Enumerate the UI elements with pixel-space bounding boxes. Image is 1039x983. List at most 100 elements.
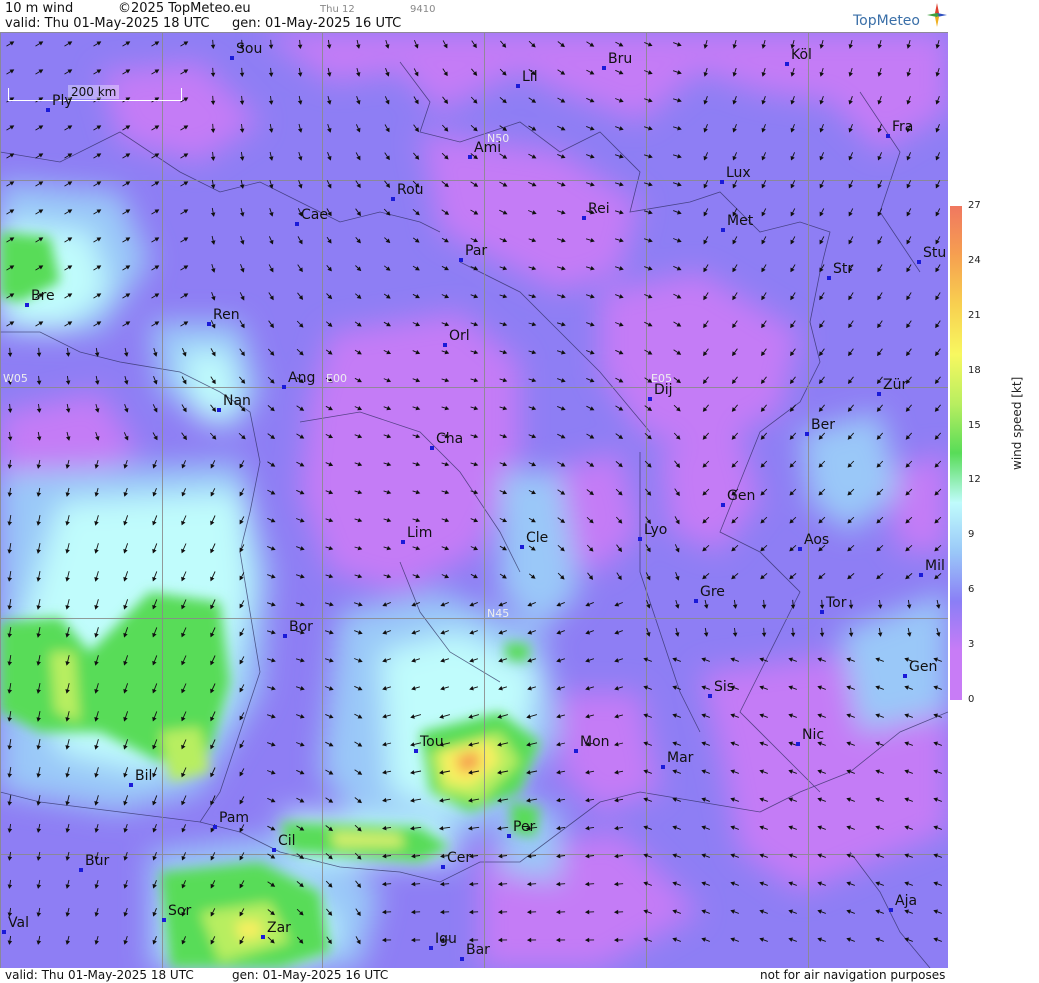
city-label: Aos <box>804 532 830 548</box>
city-marker <box>648 397 652 401</box>
city-marker <box>429 946 433 950</box>
city-label: Orl <box>449 328 470 344</box>
city-marker <box>820 610 824 614</box>
city-label: Met <box>727 213 754 229</box>
city-marker <box>401 540 405 544</box>
city-label: Mil <box>925 558 945 574</box>
colorbar <box>950 206 962 701</box>
city-label: Str <box>833 261 854 277</box>
city-label: Per <box>513 819 536 835</box>
colorbar-segment <box>950 551 962 602</box>
map-view: 10 m wind ©2025 TopMeteo.eu Thu 12 9410 … <box>0 0 1039 983</box>
city-marker <box>443 343 447 347</box>
city-marker <box>919 573 923 577</box>
city-label: Lux <box>726 165 751 181</box>
colorbar-segment <box>950 304 962 355</box>
colorbar-segment <box>950 206 962 256</box>
footer: valid: Thu 01-May-2025 18 UTC gen: 01-Ma… <box>0 968 948 983</box>
city-label: Pam <box>219 810 250 826</box>
compass-icon <box>927 3 947 27</box>
city-marker <box>903 674 907 678</box>
city-label: Rou <box>397 182 424 198</box>
city-label: Mar <box>667 750 694 766</box>
colorbar-tick: 27 <box>968 200 981 211</box>
colorbar-tick: 9 <box>968 529 975 541</box>
city-marker <box>798 547 802 551</box>
city-marker <box>414 749 418 753</box>
city-marker <box>708 694 712 698</box>
colorbar-tick: 15 <box>968 419 981 431</box>
colorbar-tick: 24 <box>968 254 981 266</box>
city-label: Bil <box>135 768 153 784</box>
city-label: Bur <box>85 853 110 869</box>
city-label: Ply <box>52 93 73 109</box>
city-marker <box>261 935 265 939</box>
city-label: Par <box>465 243 488 259</box>
city-label: Ami <box>474 140 502 156</box>
city-marker <box>796 742 800 746</box>
city-marker <box>25 303 29 307</box>
city-marker <box>507 834 511 838</box>
city-marker <box>694 599 698 603</box>
city-marker <box>217 408 221 412</box>
city-label: Bor <box>289 619 313 635</box>
colorbar-tick: 0 <box>968 694 975 705</box>
city-marker <box>46 108 50 112</box>
city-marker <box>2 930 6 934</box>
run-label: Thu 12 <box>320 4 355 15</box>
disclaimer: not for air navigation purposes <box>760 968 946 982</box>
city-marker <box>282 385 286 389</box>
run-code: 9410 <box>410 4 436 15</box>
city-marker <box>129 783 133 787</box>
city-marker <box>459 258 463 262</box>
city-marker <box>391 197 395 201</box>
footer-valid-time: valid: Thu 01-May-2025 18 UTC <box>5 968 194 982</box>
city-label: Stu <box>923 245 947 261</box>
city-label: Aja <box>895 893 918 909</box>
city-marker <box>516 84 520 88</box>
city-label: Gre <box>700 584 725 600</box>
city-marker <box>827 276 831 280</box>
city-label: Dij <box>654 382 673 398</box>
city-label: Rei <box>588 201 610 217</box>
city-label: Lim <box>407 525 433 541</box>
city-marker <box>582 216 586 220</box>
city-marker <box>79 868 83 872</box>
grid-label-w05: W05 <box>3 372 28 385</box>
city-marker <box>805 432 809 436</box>
city-label: Fra <box>892 119 914 135</box>
brand-name: TopMeteo <box>853 13 920 29</box>
city-marker <box>230 56 234 60</box>
colorbar-tick: 3 <box>968 639 975 651</box>
colorbar-segment <box>950 255 962 306</box>
product-title: 10 m wind <box>5 1 74 16</box>
colorbar-segment <box>950 354 962 405</box>
city-label: Cle <box>526 530 549 546</box>
scale-bar-label: 200 km <box>68 85 120 99</box>
city-marker <box>886 134 890 138</box>
city-label: Cha <box>436 431 464 447</box>
city-label: Ren <box>213 307 240 323</box>
city-label: Ang <box>288 370 316 386</box>
city-label: Nan <box>223 393 251 409</box>
city-label: Cer <box>447 850 472 866</box>
city-label: Nic <box>802 727 825 743</box>
colorbar-segment <box>950 502 962 553</box>
wind-map: 200 km N50 N45 W05 E00 E05 Sou Bru Köl Lil P… <box>0 32 948 968</box>
city-label: Igu <box>435 931 457 947</box>
city-marker <box>213 825 217 829</box>
valid-time: valid: Thu 01-May-2025 18 UTC <box>5 16 210 31</box>
city-label: Cil <box>278 833 296 849</box>
city-label: Mon <box>580 734 610 750</box>
generation-time: gen: 01-May-2025 16 UTC <box>232 16 402 31</box>
city-marker <box>460 957 464 961</box>
city-label: Gen <box>909 659 938 675</box>
city-marker <box>889 908 893 912</box>
city-marker <box>520 545 524 549</box>
city-marker <box>721 503 725 507</box>
colorbar-title: wind speed [kt] <box>1010 376 1024 470</box>
city-label: Sor <box>168 903 192 919</box>
city-label: Bru <box>608 51 633 67</box>
colorbar-tick: 6 <box>968 584 975 596</box>
city-label: Sou <box>236 41 263 57</box>
